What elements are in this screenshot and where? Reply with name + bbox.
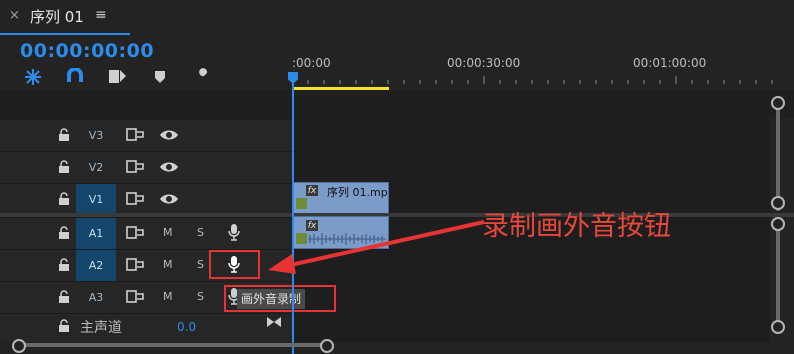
track-label-a1[interactable]: A1 (76, 218, 116, 249)
video-clip[interactable]: fx 序列 01.mp (293, 182, 389, 214)
clip-name: 序列 01.mp (327, 186, 388, 199)
track-label-a2[interactable]: A2 (76, 250, 116, 281)
lock-icon[interactable] (58, 226, 70, 240)
eye-icon[interactable] (159, 127, 179, 143)
time-ruler[interactable] (292, 72, 782, 90)
add-marker-icon[interactable] (107, 66, 129, 88)
sync-lock-icon[interactable] (125, 289, 145, 305)
lock-icon[interactable] (58, 128, 70, 142)
solo-button[interactable]: S (197, 226, 204, 239)
solo-button[interactable]: S (197, 258, 204, 271)
video-vertical-scrollbar[interactable] (776, 103, 780, 211)
track-lane-a3[interactable] (292, 281, 770, 314)
lock-icon[interactable] (58, 319, 70, 333)
voiceover-button-highlight (209, 250, 260, 279)
track-label-a3[interactable]: A3 (76, 282, 116, 313)
lock-icon[interactable] (58, 192, 70, 206)
sync-lock-icon[interactable] (125, 159, 145, 175)
master-volume-value[interactable]: 0.0 (177, 320, 196, 334)
solo-button[interactable]: S (197, 290, 204, 303)
track-header-v3 (0, 119, 292, 152)
scroll-knob-top[interactable] (771, 96, 785, 110)
ruler-label-0: :00:00 (292, 56, 331, 70)
track-header-v1 (0, 183, 292, 216)
master-track-label: 主声道 (80, 320, 122, 336)
clip-thumbnail (296, 198, 307, 209)
master-track-header (0, 313, 292, 342)
sync-lock-icon[interactable] (125, 257, 145, 273)
ruler-label-1m: 00:01:00:00 (633, 56, 707, 70)
master-track-lane[interactable] (292, 313, 770, 342)
scroll-knob-bottom[interactable] (771, 320, 785, 334)
lock-icon[interactable] (58, 160, 70, 174)
marker-icon[interactable] (149, 66, 171, 88)
active-tab-indicator (0, 33, 130, 35)
sync-lock-icon[interactable] (125, 127, 145, 143)
panel-tab-bar (0, 0, 794, 34)
track-label-v1[interactable]: V1 (76, 184, 116, 215)
track-header-a1 (0, 217, 292, 250)
panel-menu-icon[interactable]: ≡ (95, 7, 107, 23)
track-lane-v3[interactable] (292, 119, 770, 152)
microphone-icon[interactable] (227, 223, 241, 242)
mute-button[interactable]: M (163, 226, 173, 239)
track-label-v2[interactable]: V2 (76, 152, 116, 183)
snap-icon[interactable] (22, 66, 44, 88)
track-label-v3[interactable]: V3 (76, 120, 116, 151)
lock-icon[interactable] (58, 258, 70, 272)
audio-vertical-scrollbar[interactable] (776, 222, 780, 330)
tooltip-highlight (224, 285, 336, 312)
annotation-arrow (268, 220, 485, 274)
work-area-band (0, 90, 794, 118)
mute-button[interactable]: M (163, 258, 173, 271)
sequence-tab-title[interactable]: 序列 01 (30, 6, 84, 27)
playhead-timecode[interactable]: 00:00:00:00 (20, 40, 154, 62)
eye-icon[interactable] (159, 159, 179, 175)
hscroll-knob-right[interactable] (320, 339, 334, 353)
track-header-v2 (0, 151, 292, 184)
horizontal-scrollbar[interactable] (18, 343, 330, 347)
scroll-knob-bottom[interactable] (771, 196, 785, 210)
lock-icon[interactable] (58, 290, 70, 304)
track-lane-v2[interactable] (292, 151, 770, 184)
hscroll-knob-left[interactable] (12, 339, 26, 353)
sync-lock-icon[interactable] (125, 191, 145, 207)
linked-selection-icon[interactable] (64, 66, 86, 88)
eye-icon[interactable] (159, 191, 179, 207)
annotation-text: 录制画外音按钮 (482, 211, 671, 242)
sync-lock-icon[interactable] (125, 225, 145, 241)
mute-button[interactable]: M (163, 290, 173, 303)
fx-badge: fx (306, 185, 318, 196)
scroll-knob-top[interactable] (771, 217, 785, 231)
ruler-label-30s: 00:00:30:00 (447, 56, 521, 70)
wrench-icon[interactable] (192, 66, 214, 88)
playhead-line[interactable] (292, 75, 294, 354)
close-tab-icon[interactable]: × (9, 8, 20, 23)
bowtie-icon[interactable] (266, 316, 282, 328)
